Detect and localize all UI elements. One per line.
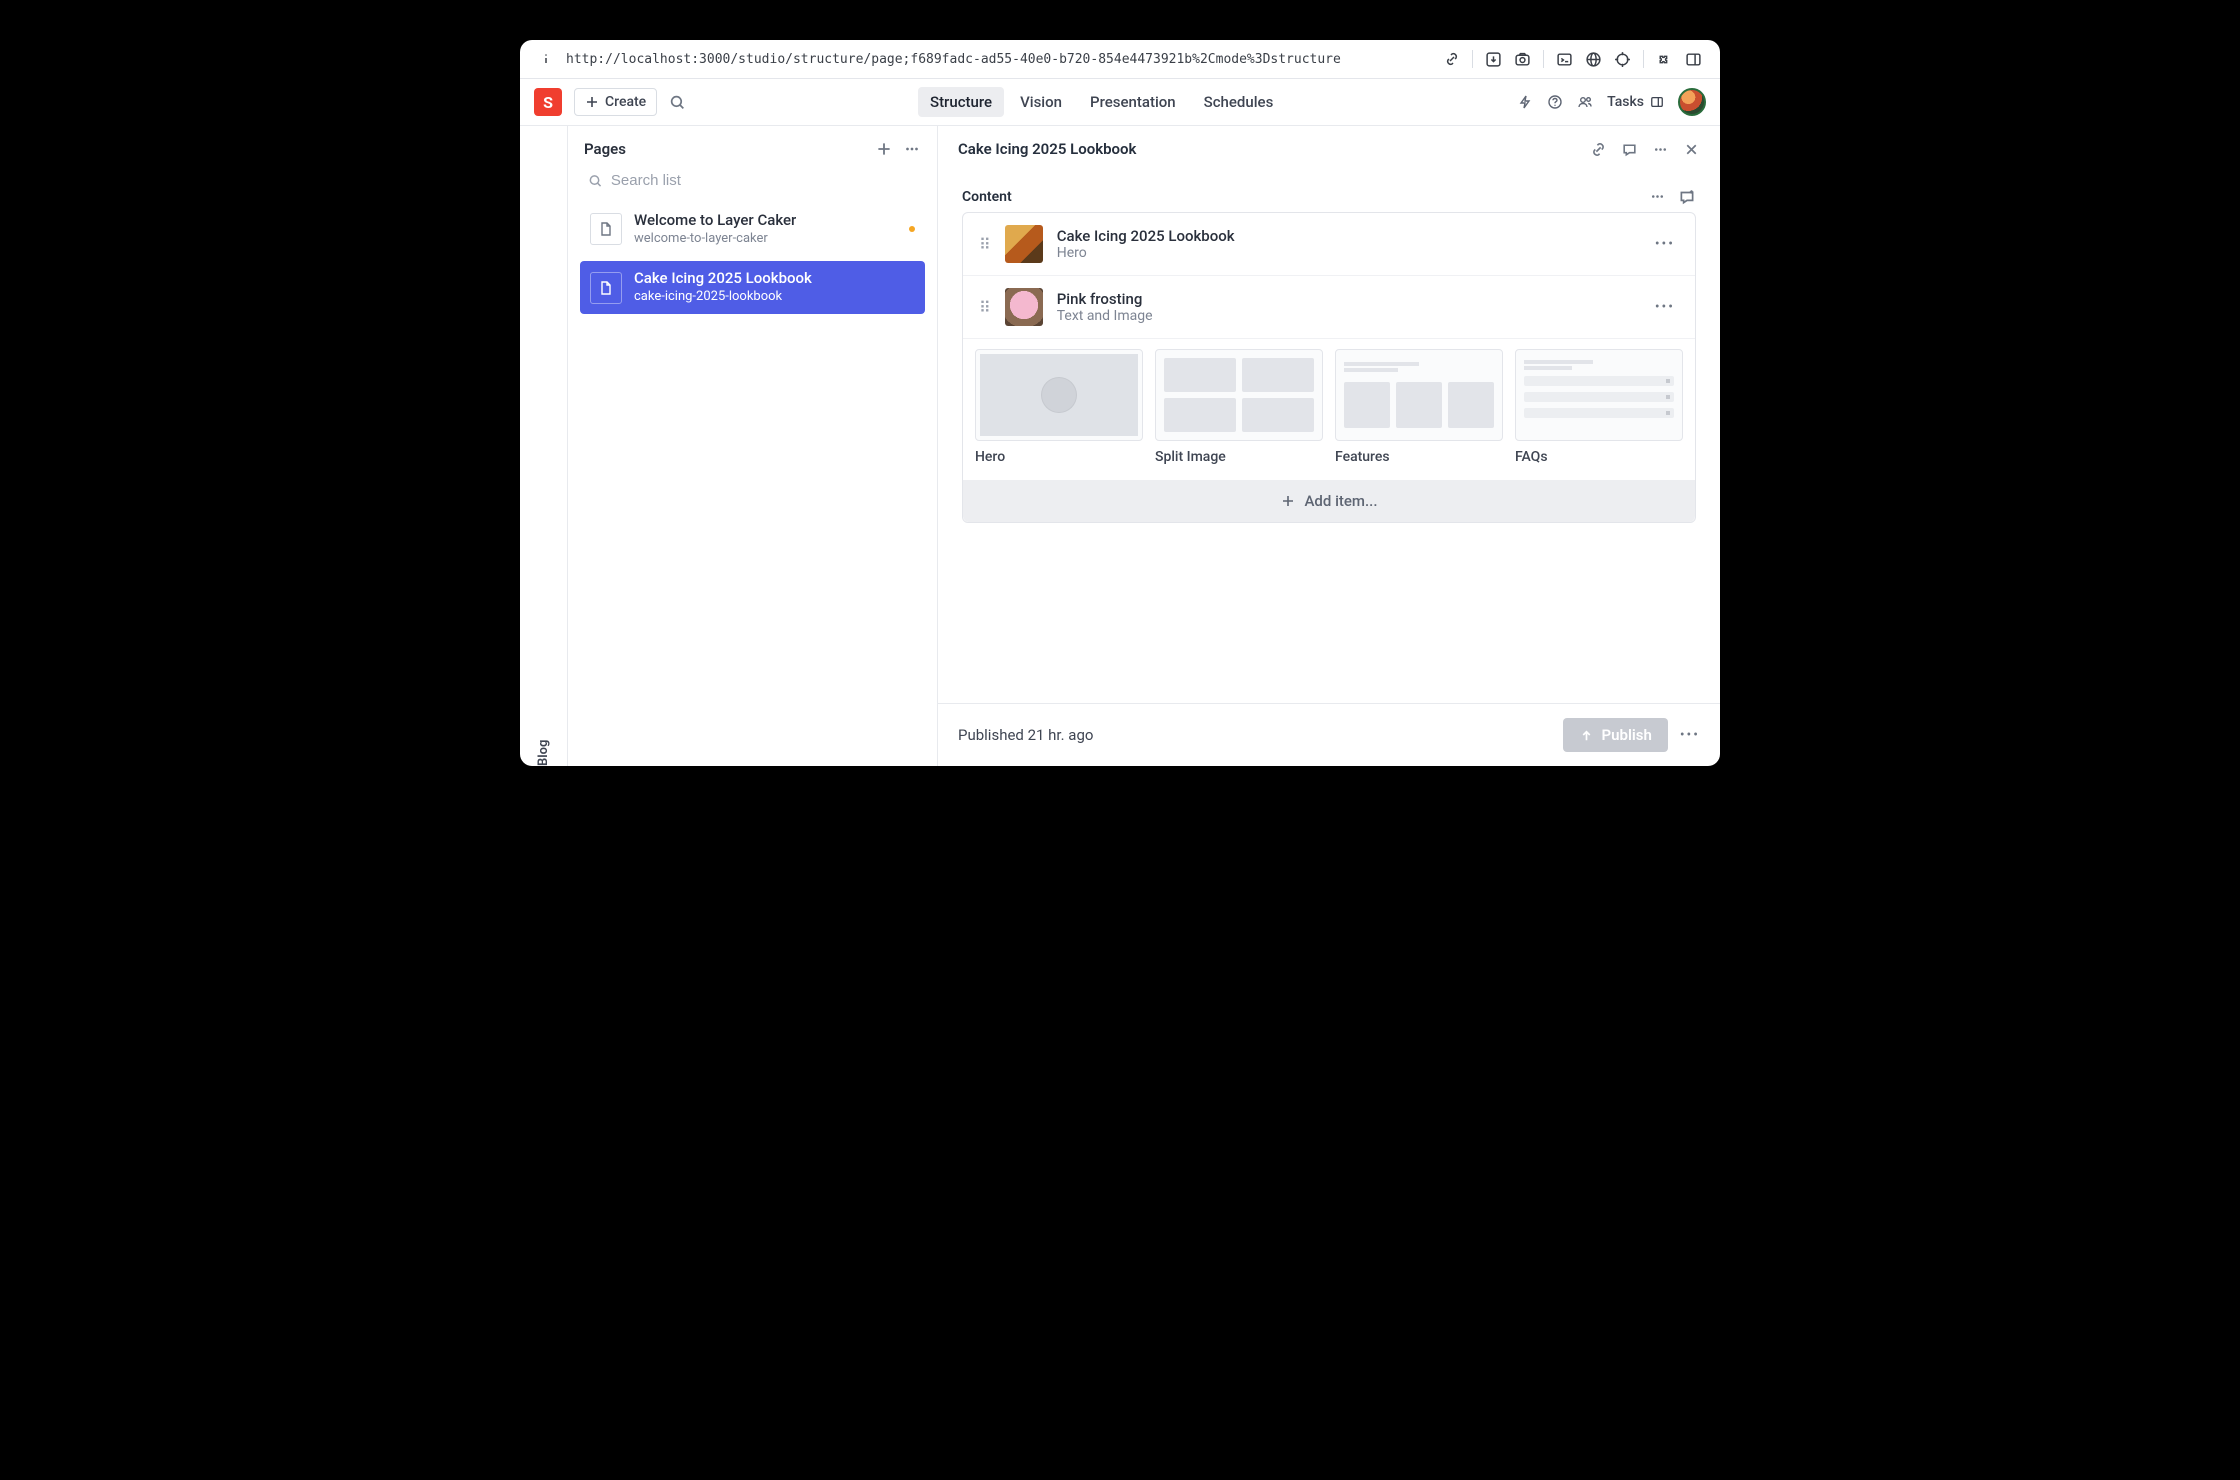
create-button[interactable]: Create xyxy=(574,88,657,116)
drag-handle-icon[interactable]: ⠿ xyxy=(979,298,991,317)
tab-vision[interactable]: Vision xyxy=(1008,87,1074,117)
panel-icon[interactable] xyxy=(1685,51,1702,68)
document-header: Cake Icing 2025 Lookbook xyxy=(938,126,1720,170)
document-icon xyxy=(590,272,622,304)
bolt-icon[interactable] xyxy=(1517,94,1533,110)
pages-title: Pages xyxy=(584,140,626,158)
page-list: Welcome to Layer Caker welcome-to-layer-… xyxy=(568,203,937,314)
block-title: Cake Icing 2025 Lookbook xyxy=(1057,227,1637,245)
document-icon xyxy=(590,213,622,245)
add-page-icon[interactable] xyxy=(875,140,893,158)
content-section-header: Content xyxy=(962,176,1696,212)
block-menu-icon[interactable]: ••• xyxy=(1651,236,1679,252)
crosshair-icon[interactable] xyxy=(1614,51,1631,68)
tab-presentation[interactable]: Presentation xyxy=(1078,87,1188,117)
tasks-button[interactable]: Tasks xyxy=(1607,94,1664,110)
search-icon[interactable] xyxy=(669,94,686,111)
add-item-label: Add item... xyxy=(1304,492,1377,510)
tasks-label: Tasks xyxy=(1607,94,1644,110)
search-input[interactable] xyxy=(611,172,917,189)
plus-icon xyxy=(1280,493,1296,509)
users-icon[interactable] xyxy=(1577,94,1593,110)
publish-button[interactable]: Publish xyxy=(1563,718,1668,752)
pages-header: Pages xyxy=(568,126,937,168)
template-preview xyxy=(1155,349,1323,441)
site-info-icon[interactable] xyxy=(538,51,554,67)
download-icon[interactable] xyxy=(1485,51,1502,68)
doc-menu-icon[interactable] xyxy=(1652,141,1669,158)
template-preview xyxy=(1515,349,1683,441)
rail-label-blog[interactable]: Blog xyxy=(536,140,551,766)
content-menu-icon[interactable] xyxy=(1649,188,1666,206)
document-title: Cake Icing 2025 Lookbook xyxy=(958,140,1136,158)
content-block-pink[interactable]: ⠿ Pink frosting Text and Image ••• xyxy=(963,275,1695,338)
url-text[interactable]: http://localhost:3000/studio/structure/p… xyxy=(566,52,1432,67)
browser-urlbar: http://localhost:3000/studio/structure/p… xyxy=(520,40,1720,79)
doc-link-icon[interactable] xyxy=(1590,141,1607,158)
extension-icon[interactable] xyxy=(1656,51,1673,68)
template-picker: Hero Split Image xyxy=(963,338,1695,479)
template-label: FAQs xyxy=(1515,449,1683,465)
pages-menu-icon[interactable] xyxy=(903,140,921,158)
pages-column: Pages Welcome to Layer Caker welcom xyxy=(568,126,938,766)
tab-schedules[interactable]: Schedules xyxy=(1192,87,1286,117)
block-title: Pink frosting xyxy=(1057,290,1637,308)
create-button-label: Create xyxy=(605,94,646,110)
globe-icon[interactable] xyxy=(1585,51,1602,68)
block-thumbnail xyxy=(1005,225,1043,263)
publish-label: Publish xyxy=(1602,726,1652,744)
doc-comment-icon[interactable] xyxy=(1621,141,1638,158)
camera-icon[interactable] xyxy=(1514,51,1531,68)
page-slug: cake-icing-2025-lookbook xyxy=(634,289,812,306)
document-footer: Published 21 hr. ago Publish ••• xyxy=(938,703,1720,766)
block-type: Hero xyxy=(1057,245,1637,261)
content-block-hero[interactable]: ⠿ Cake Icing 2025 Lookbook Hero ••• xyxy=(963,213,1695,275)
template-faqs[interactable]: FAQs xyxy=(1515,349,1683,465)
link-icon[interactable] xyxy=(1444,51,1460,67)
block-type: Text and Image xyxy=(1057,308,1637,324)
publish-arrow-icon xyxy=(1579,728,1594,743)
page-title: Cake Icing 2025 Lookbook xyxy=(634,269,812,289)
app-toolbar: S Create Structure Vision Presentation S… xyxy=(520,79,1720,126)
add-comment-icon[interactable] xyxy=(1678,188,1696,206)
block-thumbnail xyxy=(1005,288,1043,326)
close-icon[interactable] xyxy=(1683,141,1700,158)
page-title: Welcome to Layer Caker xyxy=(634,211,796,231)
app-window: http://localhost:3000/studio/structure/p… xyxy=(520,40,1720,766)
published-status: Published 21 hr. ago xyxy=(958,726,1093,744)
template-preview xyxy=(1335,349,1503,441)
document-body: Content ⠿ Cake Icing 2025 Lookbook Hero xyxy=(938,170,1720,703)
page-item-welcome[interactable]: Welcome to Layer Caker welcome-to-layer-… xyxy=(580,203,925,255)
search-icon xyxy=(588,173,603,189)
template-label: Features xyxy=(1335,449,1503,465)
draft-indicator-dot xyxy=(909,226,915,232)
template-features[interactable]: Features xyxy=(1335,349,1503,465)
tab-structure[interactable]: Structure xyxy=(918,87,1004,117)
page-slug: welcome-to-layer-caker xyxy=(634,231,796,248)
add-item-button[interactable]: Add item... xyxy=(963,480,1695,522)
help-icon[interactable] xyxy=(1547,94,1563,110)
template-hero[interactable]: Hero xyxy=(975,349,1143,465)
footer-menu-icon[interactable]: ••• xyxy=(1680,727,1700,743)
toolbar-right: Tasks xyxy=(1517,88,1706,116)
pages-search[interactable] xyxy=(568,168,937,203)
template-split-image[interactable]: Split Image xyxy=(1155,349,1323,465)
nav-tabs: Structure Vision Presentation Schedules xyxy=(698,87,1505,117)
terminal-icon[interactable] xyxy=(1556,51,1573,68)
content-panel: ⠿ Cake Icing 2025 Lookbook Hero ••• ⠿ Pi… xyxy=(962,212,1696,523)
document-column: Cake Icing 2025 Lookbook Content xyxy=(938,126,1720,766)
drag-handle-icon[interactable]: ⠿ xyxy=(979,235,991,254)
avatar[interactable] xyxy=(1678,88,1706,116)
nav-rail: Blog xyxy=(520,126,568,766)
template-label: Hero xyxy=(975,449,1143,465)
page-item-lookbook[interactable]: Cake Icing 2025 Lookbook cake-icing-2025… xyxy=(580,261,925,313)
block-menu-icon[interactable]: ••• xyxy=(1651,299,1679,315)
main-layout: Blog Pages Welco xyxy=(520,126,1720,766)
content-label: Content xyxy=(962,189,1012,205)
app-logo[interactable]: S xyxy=(534,88,562,116)
template-preview xyxy=(975,349,1143,441)
template-label: Split Image xyxy=(1155,449,1323,465)
